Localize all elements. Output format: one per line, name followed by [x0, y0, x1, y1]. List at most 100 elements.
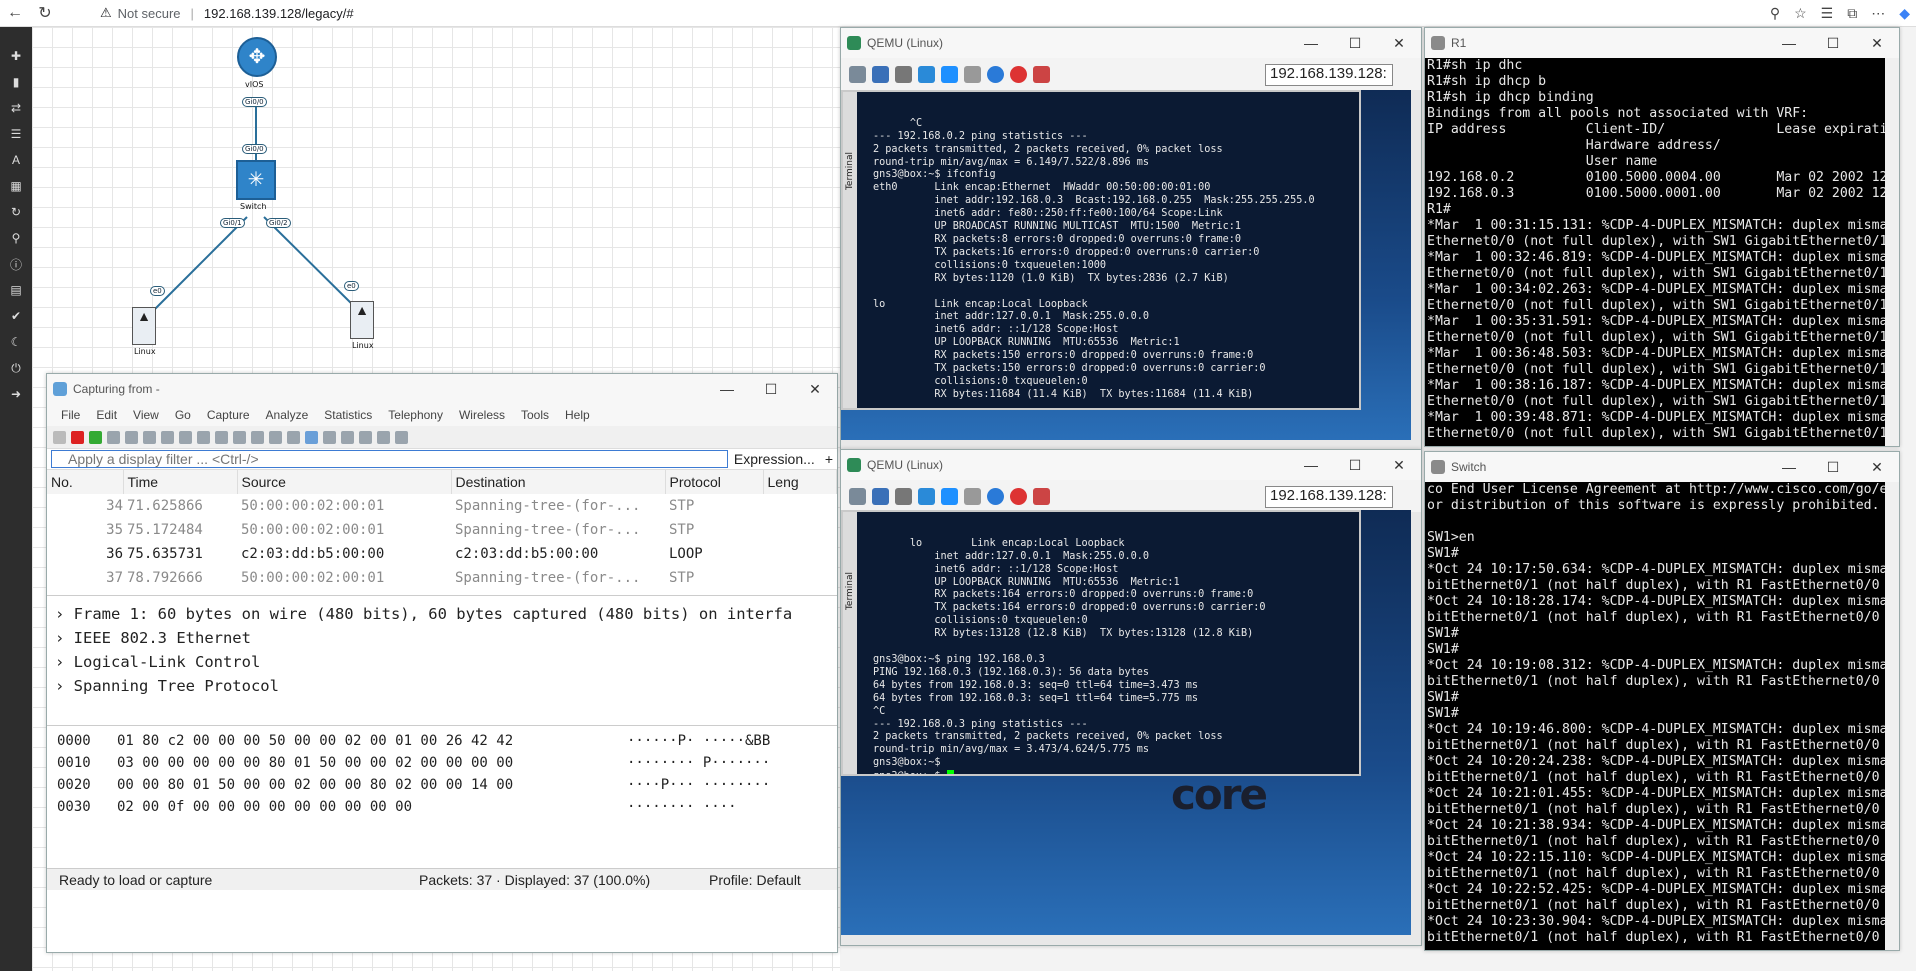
qemu1-terminal[interactable]: Terminal ^C --- 192.168.0.2 ping statist… [841, 90, 1361, 410]
qemu1-address-field[interactable]: 192.168.139.128: [1265, 64, 1393, 86]
maximize-button[interactable]: ☐ [1811, 459, 1855, 476]
open-file-icon[interactable] [125, 430, 138, 444]
close-button[interactable]: ✕ [1377, 35, 1421, 52]
fullscreen-icon[interactable] [872, 65, 889, 83]
capture-options-icon[interactable] [107, 430, 120, 444]
add-filter-button[interactable]: + [825, 451, 833, 467]
maximize-button[interactable]: ☐ [1333, 457, 1377, 474]
disconnect-icon[interactable] [1010, 65, 1027, 83]
r1-console[interactable]: R1#sh ip dhc R1#sh ip dhcp b R1#sh ip dh… [1425, 58, 1885, 446]
zoom-icon[interactable]: ⚲ [1770, 5, 1780, 22]
menu-item-tools[interactable]: Tools [513, 408, 557, 422]
qemu2-address-field[interactable]: 192.168.139.128: [1265, 486, 1393, 508]
grid-icon[interactable]: ▦ [0, 173, 32, 199]
list-icon[interactable]: ☰ [0, 121, 32, 147]
star-icon[interactable]: ☆ [1794, 5, 1807, 22]
zoom-icon[interactable]: ⚲ [0, 225, 32, 251]
info-icon[interactable]: ⓘ [0, 251, 32, 277]
close-button[interactable]: ✕ [1855, 35, 1899, 52]
autoscroll-icon[interactable] [305, 430, 318, 444]
go-forward-icon[interactable] [233, 430, 246, 444]
console-icon[interactable] [849, 65, 866, 83]
refresh-icon[interactable]: ↻ [0, 199, 32, 225]
packet-row[interactable]: 37 78.792666 50:00:00:02:00:01 Spanning-tre… [47, 566, 837, 590]
maximize-button[interactable]: ☐ [749, 381, 793, 398]
reload-file-icon[interactable] [179, 430, 192, 444]
detail-row[interactable]: › Spanning Tree Protocol [47, 674, 837, 698]
fullscreen-icon[interactable] [872, 487, 889, 505]
r1-scrollbar[interactable] [1885, 58, 1899, 446]
expression-button[interactable]: Expression... [734, 451, 815, 467]
windows-key-icon[interactable] [941, 487, 958, 505]
power-icon[interactable]: ⏻ [0, 355, 32, 381]
stop-capture-icon[interactable] [71, 430, 84, 444]
reload-icon[interactable]: ↻ [30, 0, 60, 27]
info-icon[interactable] [987, 65, 1004, 83]
minimize-button[interactable]: — [1289, 457, 1333, 474]
minimize-button[interactable]: — [705, 381, 749, 398]
close-button[interactable]: ✕ [1377, 457, 1421, 474]
save-file-icon[interactable] [143, 430, 156, 444]
shark-fin-icon[interactable] [53, 430, 66, 444]
display-filter-input[interactable] [51, 450, 728, 468]
switch-scrollbar[interactable] [1885, 482, 1899, 950]
settings-icon[interactable] [895, 65, 912, 83]
hex-row[interactable]: 0000 01 80 c2 00 00 00 50 00 00 02 00 01 … [47, 730, 837, 752]
colorize-icon[interactable] [323, 430, 336, 444]
router-icon[interactable]: ✥ [237, 37, 277, 77]
settings-icon[interactable] [895, 487, 912, 505]
linux-host-1-icon[interactable]: ▲ [132, 307, 156, 345]
close-file-icon[interactable] [161, 430, 174, 444]
logout-icon[interactable]: ➜ [0, 381, 32, 407]
expand-arrow-icon[interactable]: › [55, 629, 74, 647]
devices-icon[interactable]: ▮ [0, 69, 32, 95]
go-to-packet-icon[interactable] [251, 430, 264, 444]
column-header[interactable]: No. [47, 470, 124, 494]
clipboard-icon[interactable] [964, 65, 981, 83]
resize-columns-icon[interactable] [395, 430, 408, 444]
menu-item-statistics[interactable]: Statistics [316, 408, 380, 422]
menu-item-capture[interactable]: Capture [199, 408, 258, 422]
expand-arrow-icon[interactable]: › [55, 677, 74, 695]
copilot-icon[interactable]: ◆ [1899, 5, 1910, 22]
zoom-in-icon[interactable] [341, 430, 354, 444]
close-button[interactable]: ✕ [1855, 459, 1899, 476]
hex-row[interactable]: 0010 03 00 00 00 00 00 80 01 50 00 00 02 … [47, 752, 837, 774]
address-bar[interactable]: ⚠ Not secure | 192.168.139.128/legacy/# [100, 5, 354, 21]
column-header[interactable]: Destination [451, 470, 666, 494]
clipboard-icon[interactable] [964, 487, 981, 505]
menu-item-wireless[interactable]: Wireless [451, 408, 513, 422]
expand-arrow-icon[interactable]: › [55, 605, 74, 623]
last-packet-icon[interactable] [287, 430, 300, 444]
column-header[interactable]: Leng [763, 470, 837, 494]
linux-host-2-icon[interactable]: ▲ [350, 301, 374, 339]
collections-icon[interactable]: ⧉ [1847, 5, 1857, 22]
menu-item-analyze[interactable]: Analyze [258, 408, 317, 422]
detail-row[interactable]: › Logical-Link Control [47, 650, 837, 674]
column-header[interactable]: Source [237, 470, 452, 494]
exit-icon[interactable] [1033, 65, 1050, 83]
moon-icon[interactable]: ☾ [0, 329, 32, 355]
close-button[interactable]: ✕ [793, 381, 837, 398]
add-node-icon[interactable]: ✚ [0, 43, 32, 69]
minimize-button[interactable]: — [1289, 35, 1333, 52]
menu-item-help[interactable]: Help [557, 408, 598, 422]
notes-icon[interactable]: ▤ [0, 277, 32, 303]
exit-icon[interactable] [1033, 487, 1050, 505]
menu-item-file[interactable]: File [53, 408, 88, 422]
menu-item-edit[interactable]: Edit [88, 408, 125, 422]
packet-row[interactable]: 34 71.625866 50:00:00:02:00:01 Spanning-tre… [47, 494, 837, 518]
column-header[interactable]: Protocol [665, 470, 764, 494]
detail-row[interactable]: › IEEE 802.3 Ethernet [47, 626, 837, 650]
restart-capture-icon[interactable] [89, 430, 102, 444]
column-header[interactable]: Time [123, 470, 238, 494]
check-icon[interactable]: ✔ [0, 303, 32, 329]
maximize-button[interactable]: ☐ [1811, 35, 1855, 52]
detail-row[interactable]: › Frame 1: 60 bytes on wire (480 bits), … [47, 602, 837, 626]
expand-arrow-icon[interactable]: › [55, 653, 74, 671]
minimize-button[interactable]: — [1767, 459, 1811, 476]
hex-row[interactable]: 0020 00 00 80 01 50 00 00 02 00 00 80 02 … [47, 774, 837, 796]
disconnect-icon[interactable] [1010, 487, 1027, 505]
links-icon[interactable]: ⇄ [0, 95, 32, 121]
hex-row[interactable]: 0030 02 00 0f 00 00 00 00 00 00 00 00 00 ·… [47, 796, 837, 818]
